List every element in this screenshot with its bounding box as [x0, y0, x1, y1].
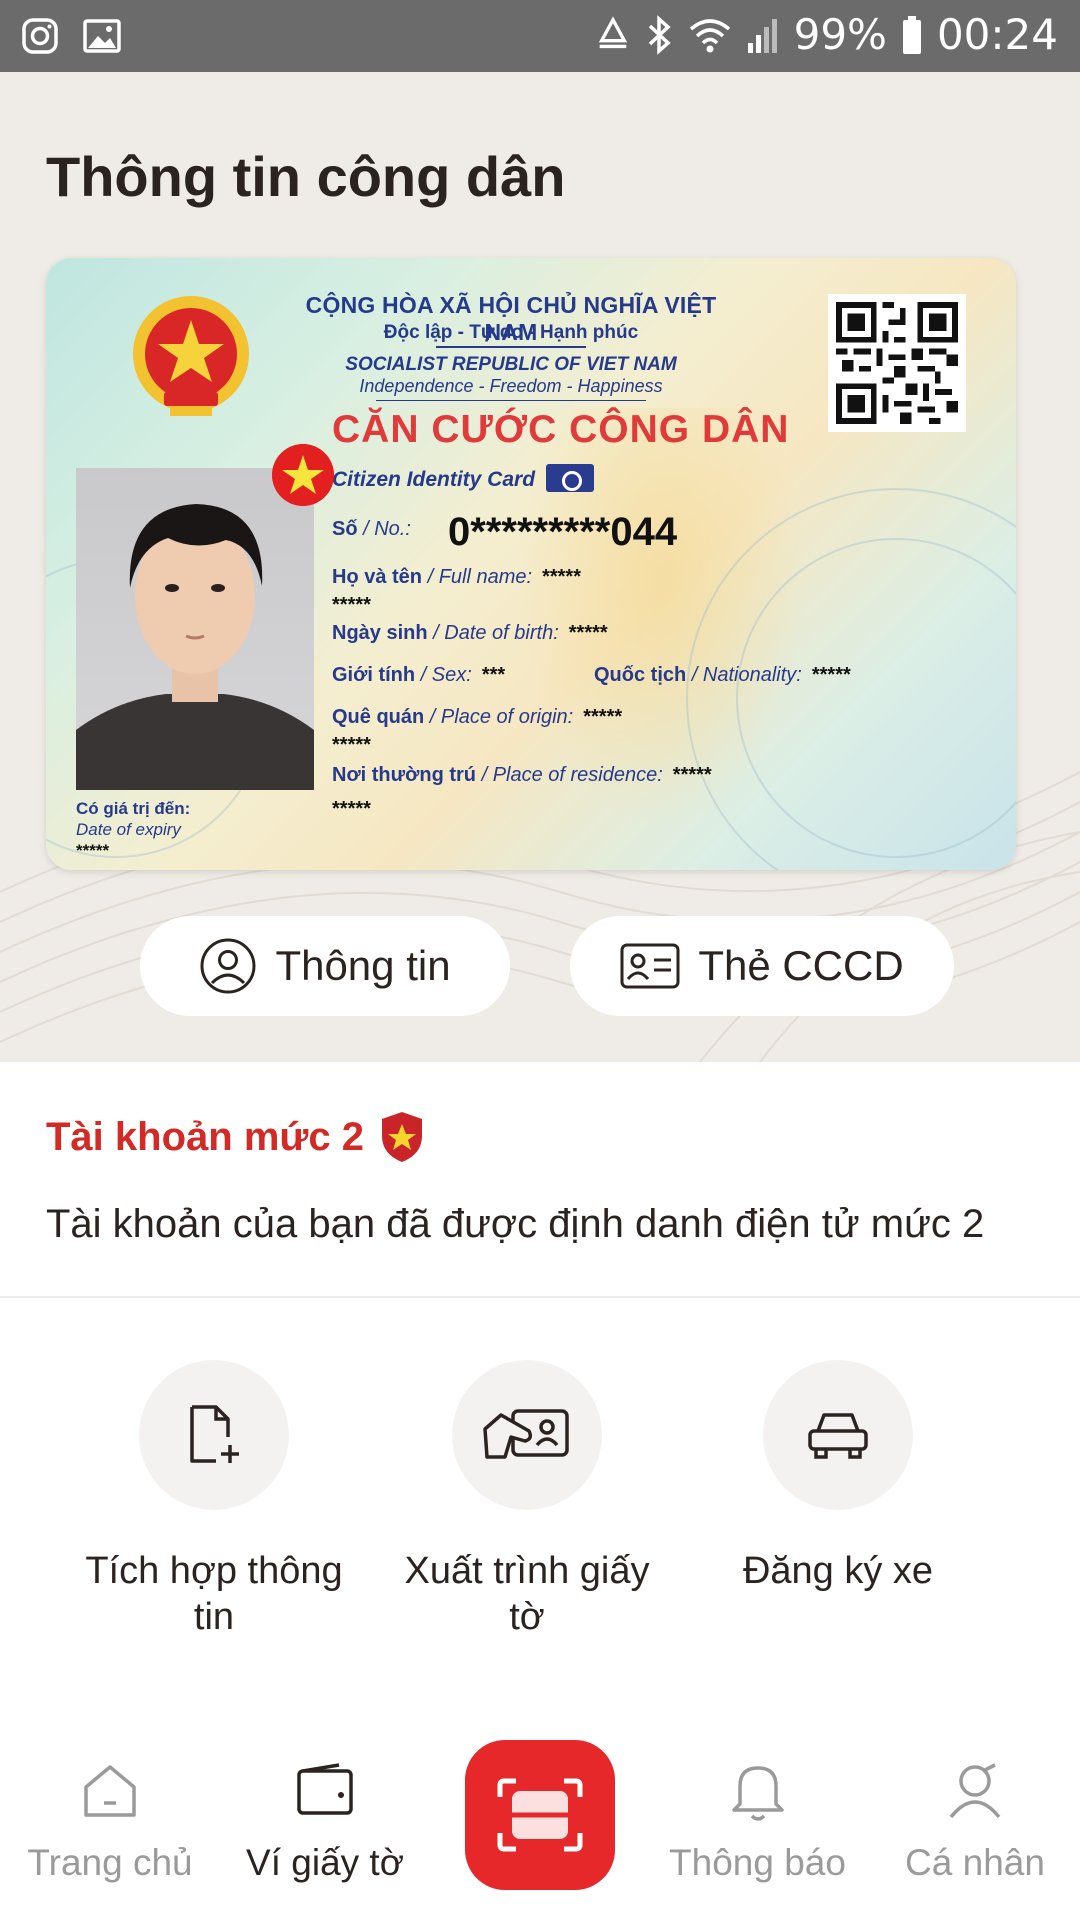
account-level-label: Tài khoản mức 2: [46, 1114, 364, 1159]
user-circle-icon: [200, 938, 256, 994]
card-header-line4: Independence - Freedom - Happiness: [359, 376, 663, 396]
feature-icon-circle: [139, 1360, 289, 1510]
portrait-avatar: [76, 504, 314, 790]
feature-icon-circle: [452, 1360, 602, 1510]
national-emblem-icon: [133, 296, 249, 416]
gallery-icon: [83, 19, 121, 53]
divider: [436, 346, 586, 348]
citizen-photo: [76, 468, 314, 790]
nav-profile[interactable]: Cá nhân: [880, 1756, 1070, 1884]
feature-icon-circle: [763, 1360, 913, 1510]
page-title: Thông tin công dân: [46, 145, 566, 208]
bluetooth-icon: [648, 14, 671, 55]
field-place-of-origin: Quê quán / Place of origin: *****: [332, 706, 623, 728]
feature-present-documents[interactable]: Xuất trình giấy tờ: [377, 1360, 677, 1640]
nav-home[interactable]: Trang chủ: [10, 1756, 210, 1884]
scan-icon: [497, 1778, 583, 1852]
qr-code-icon: [836, 302, 958, 424]
card-title: CĂN CƯỚC CÔNG DÂN: [332, 408, 790, 451]
cccd-card-button[interactable]: Thẻ CCCD: [570, 916, 954, 1016]
field-sex: Giới tính / Sex: ***: [332, 664, 506, 686]
feature-label: Xuất trình giấy tờ: [404, 1550, 650, 1638]
shield-star-icon: [381, 1112, 422, 1162]
account-level-description: Tài khoản của bạn đã được định danh điện…: [46, 1202, 985, 1246]
nav-notifications[interactable]: Thông báo: [650, 1756, 865, 1884]
nav-notifications-label: Thông báo: [669, 1842, 846, 1883]
battery-icon: [902, 15, 921, 54]
instagram-icon: [22, 18, 58, 54]
feature-integrate-info[interactable]: Tích hợp thông tin: [64, 1360, 364, 1640]
field-id-number-label: Số / No.:: [332, 518, 411, 540]
expiry-label-en: Date of expiry: [76, 820, 181, 839]
info-button[interactable]: Thông tin: [140, 916, 510, 1016]
status-bar: 99% 00:24: [0, 0, 1080, 72]
scan-qr-button[interactable]: [465, 1740, 615, 1890]
battery-percent: 99%: [793, 10, 887, 59]
wallet-icon: [297, 1763, 353, 1815]
hero-section: Thông tin công dân CỘNG HÒA XÃ HỘI CHỦ N…: [0, 72, 1080, 1062]
user-icon: [949, 1763, 1001, 1819]
field-date-of-birth: Ngày sinh / Date of birth: *****: [332, 622, 608, 644]
car-icon: [808, 1413, 868, 1459]
citizen-id-card[interactable]: CỘNG HÒA XÃ HỘI CHỦ NGHĨA VIỆT NAM Độc l…: [46, 258, 1016, 870]
field-id-number-value: 0*********044: [448, 510, 678, 554]
nav-profile-label: Cá nhân: [905, 1842, 1045, 1883]
card-header-line2: Độc lập - Tự do - Hạnh phúc: [383, 322, 639, 343]
cccd-button-label: Thẻ CCCD: [698, 942, 904, 989]
card-subtitle: Citizen Identity Card: [332, 468, 536, 491]
divider: [376, 400, 646, 401]
feature-label: Đăng ký xe: [742, 1550, 934, 1592]
expiry-value: *****: [76, 841, 110, 860]
wifi-icon: [689, 18, 730, 52]
nav-home-label: Trang chủ: [27, 1842, 193, 1883]
field-expiry: Có giá trị đến: Date of expiry *****: [76, 798, 190, 861]
bottom-navigation: Trang chủ Ví giấy tờ Thông báo Cá nhân: [0, 1720, 1080, 1920]
field-place-of-residence: Nơi thường trú / Place of residence: ****…: [332, 764, 712, 786]
card-header-line3: SOCIALIST REPUBLIC OF VIET NAM: [345, 354, 677, 375]
qr-code[interactable]: [828, 294, 966, 432]
clock: 00:24: [936, 10, 1058, 59]
field-nationality: Quốc tịch / Nationality: *****: [594, 664, 851, 686]
id-present-icon: [483, 1409, 569, 1459]
account-level-title: Tài khoản mức 2: [46, 1110, 426, 1164]
field-full-name-value: *****: [332, 594, 371, 616]
field-place-of-origin-value: *****: [332, 734, 371, 756]
signal-icon: [747, 18, 777, 53]
field-place-of-residence-value: *****: [332, 798, 371, 820]
recycle-icon: [598, 15, 627, 48]
expiry-label-vi: Có giá trị đến:: [76, 799, 191, 818]
info-button-label: Thông tin: [275, 942, 451, 989]
home-icon: [84, 1765, 136, 1817]
vietnam-flag-star-icon: [272, 444, 334, 506]
nav-wallet[interactable]: Ví giấy tờ: [225, 1756, 425, 1884]
field-full-name: Họ và tên / Full name: *****: [332, 566, 581, 588]
file-add-icon: [190, 1405, 239, 1463]
nav-wallet-label: Ví giấy tờ: [246, 1842, 404, 1883]
chip-icon: [546, 464, 594, 492]
id-card-icon: [620, 943, 680, 989]
feature-vehicle-registration[interactable]: Đăng ký xe: [688, 1360, 988, 1594]
bell-icon: [731, 1766, 784, 1821]
feature-label: Tích hợp thông tin: [85, 1550, 343, 1638]
divider: [0, 1296, 1080, 1298]
